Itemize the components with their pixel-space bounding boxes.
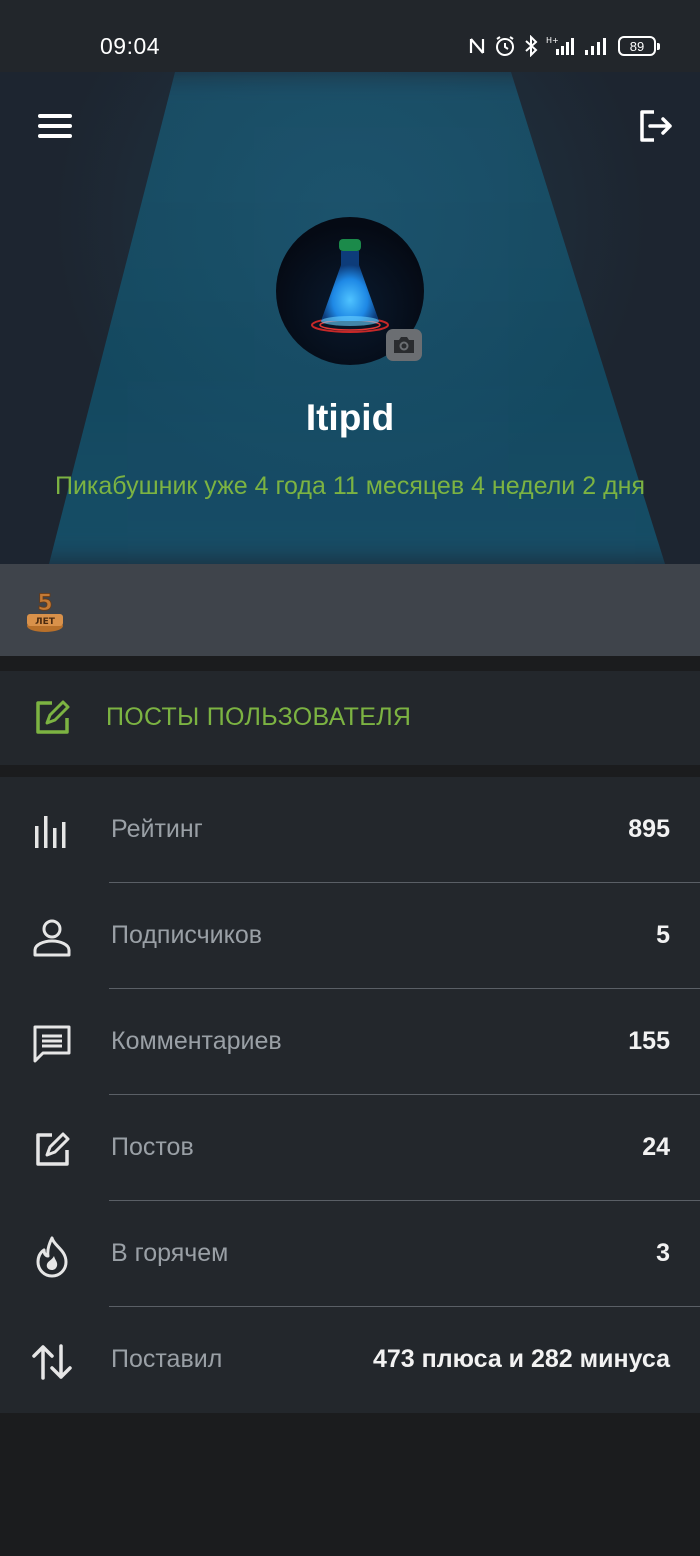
up-down-arrows-icon bbox=[30, 1340, 74, 1384]
tenure-text: Пикабушник уже 4 года 11 месяцев 4 недел… bbox=[54, 472, 645, 500]
user-posts-button[interactable]: ПОСТЫ ПОЛЬЗОВАТЕЛЯ bbox=[0, 671, 700, 765]
logout-icon bbox=[640, 110, 672, 142]
hamburger-icon bbox=[38, 114, 72, 118]
stat-row-rating: Рейтинг 895 bbox=[0, 777, 700, 883]
stat-label: В горячем bbox=[111, 1239, 229, 1267]
comment-icon bbox=[30, 1022, 74, 1066]
status-bar: 09:04 H+ 89 bbox=[0, 0, 700, 72]
camera-icon bbox=[394, 337, 414, 353]
edit-icon bbox=[32, 698, 72, 743]
stat-value: 3 bbox=[656, 1239, 670, 1267]
edit-icon bbox=[30, 1128, 74, 1172]
award-5-years-icon[interactable]: ЛЕТ 5 bbox=[24, 586, 66, 634]
stat-row-votes: Поставил 473 плюса и 282 минуса bbox=[0, 1307, 700, 1413]
stat-value: 895 bbox=[628, 815, 670, 843]
svg-text:H+: H+ bbox=[546, 36, 559, 45]
stat-label: Поставил bbox=[111, 1345, 223, 1373]
person-icon bbox=[30, 916, 74, 960]
battery-level: 89 bbox=[629, 38, 645, 54]
profile-header: Itipid Пикабушник уже 4 года 11 месяцев … bbox=[0, 72, 700, 564]
status-time: 09:04 bbox=[100, 33, 161, 59]
svg-text:ЛЕТ: ЛЕТ bbox=[35, 617, 56, 627]
change-avatar-button[interactable] bbox=[386, 329, 422, 361]
stat-row-posts[interactable]: Постов 24 bbox=[0, 1095, 700, 1201]
stat-row-subscribers[interactable]: Подписчиков 5 bbox=[0, 883, 700, 989]
stats-list: Рейтинг 895 Подписчиков 5 Комментариев 1… bbox=[0, 777, 700, 1413]
battery-icon: 89 bbox=[618, 36, 660, 56]
stat-label: Рейтинг bbox=[111, 815, 203, 843]
nfc-icon bbox=[468, 36, 486, 56]
logout-button[interactable] bbox=[634, 106, 674, 146]
avatar-container[interactable] bbox=[276, 217, 424, 365]
bluetooth-icon bbox=[524, 35, 538, 57]
signal-icon bbox=[584, 35, 610, 57]
stat-label: Подписчиков bbox=[111, 921, 263, 949]
alarm-icon bbox=[494, 35, 516, 57]
stat-value: 155 bbox=[628, 1027, 670, 1055]
stat-value: 24 bbox=[642, 1133, 670, 1161]
svg-text:5: 5 bbox=[37, 591, 52, 616]
stat-row-comments[interactable]: Комментариев 155 bbox=[0, 989, 700, 1095]
stat-row-hot[interactable]: В горячем 3 bbox=[0, 1201, 700, 1307]
stat-label: Постов bbox=[111, 1133, 194, 1161]
menu-button[interactable] bbox=[34, 110, 76, 142]
user-posts-label: ПОСТЫ ПОЛЬЗОВАТЕЛЯ bbox=[106, 703, 412, 731]
stat-value: 473 плюса и 282 минуса bbox=[372, 1345, 670, 1373]
stat-label: Комментариев bbox=[111, 1027, 282, 1055]
awards-strip: ЛЕТ 5 bbox=[0, 564, 700, 656]
rating-bars-icon bbox=[30, 810, 74, 854]
username: Itipid bbox=[305, 397, 395, 438]
stat-value: 5 bbox=[656, 921, 670, 949]
fire-icon bbox=[30, 1234, 74, 1278]
signal-h-plus-icon: H+ bbox=[546, 35, 576, 57]
status-icons: H+ 89 bbox=[468, 34, 660, 58]
